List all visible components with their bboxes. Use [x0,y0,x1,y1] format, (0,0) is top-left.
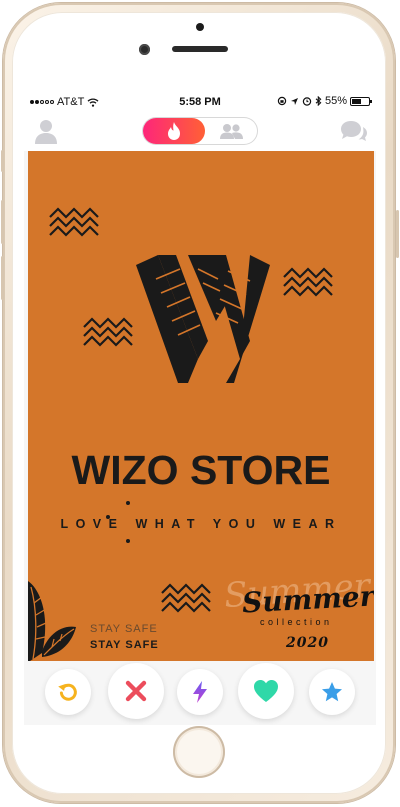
brand-name: WIZO STORE [71,447,331,493]
zigzag-decoration-top-left [49,207,99,237]
like-button[interactable] [238,663,294,719]
rotation-lock-icon [277,96,287,106]
wizo-logo-mark [136,255,270,383]
location-icon [290,97,298,105]
boost-button[interactable] [177,669,223,715]
messages-button[interactable] [340,119,368,143]
app-screen: AT&T 5:58 PM 55% WIZO STORE LOVE WHAT YO… [24,93,376,725]
power-button [396,210,399,258]
like-icon [254,680,278,702]
stay-safe-shadow-text: STAY SAFE [90,623,158,635]
status-right: 55% [277,95,372,107]
zigzag-decoration-right [283,267,333,297]
volume-up-button [1,200,4,244]
nope-button[interactable] [108,663,164,719]
alarm-icon [302,97,312,106]
chat-icon [341,121,367,141]
year-label: 2020 [286,635,329,651]
toggle-group[interactable] [218,123,244,144]
collection-label: collection [260,617,333,627]
super-like-button[interactable] [309,669,355,715]
proximity-sensor [196,23,204,31]
rewind-icon [58,683,77,701]
profile-card[interactable]: WIZO STORE LOVE WHAT YOU WEAR STAY SAFE … [28,151,374,661]
zigzag-decoration-left [83,317,133,347]
home-button[interactable] [173,726,225,778]
app-top-bar [24,111,376,151]
earpiece-speaker [172,46,228,52]
profile-icon [35,120,57,144]
group-icon [220,124,243,139]
battery-percent: 55% [324,95,347,107]
summer-title: Summer [241,579,374,620]
toggle-discover[interactable] [143,118,205,144]
bluetooth-icon [315,96,322,106]
status-bar: AT&T 5:58 PM 55% [24,93,376,111]
battery-icon [350,96,372,106]
profile-button[interactable] [34,118,58,144]
tagline: LOVE WHAT YOU WEAR [60,517,342,531]
volume-down-button [1,256,4,300]
super-like-icon [322,682,342,702]
nope-icon [125,680,147,702]
battery-level [352,98,361,104]
boost-icon [193,681,207,703]
zigzag-decoration-bottom [161,583,211,613]
front-camera [139,44,150,55]
flame-icon [168,122,180,140]
leaf-decoration [28,581,76,661]
mode-toggle[interactable] [142,117,258,145]
mute-switch [1,150,4,172]
rewind-button[interactable] [45,669,91,715]
action-bar [24,661,376,725]
stay-safe-text: STAY SAFE [90,639,159,651]
